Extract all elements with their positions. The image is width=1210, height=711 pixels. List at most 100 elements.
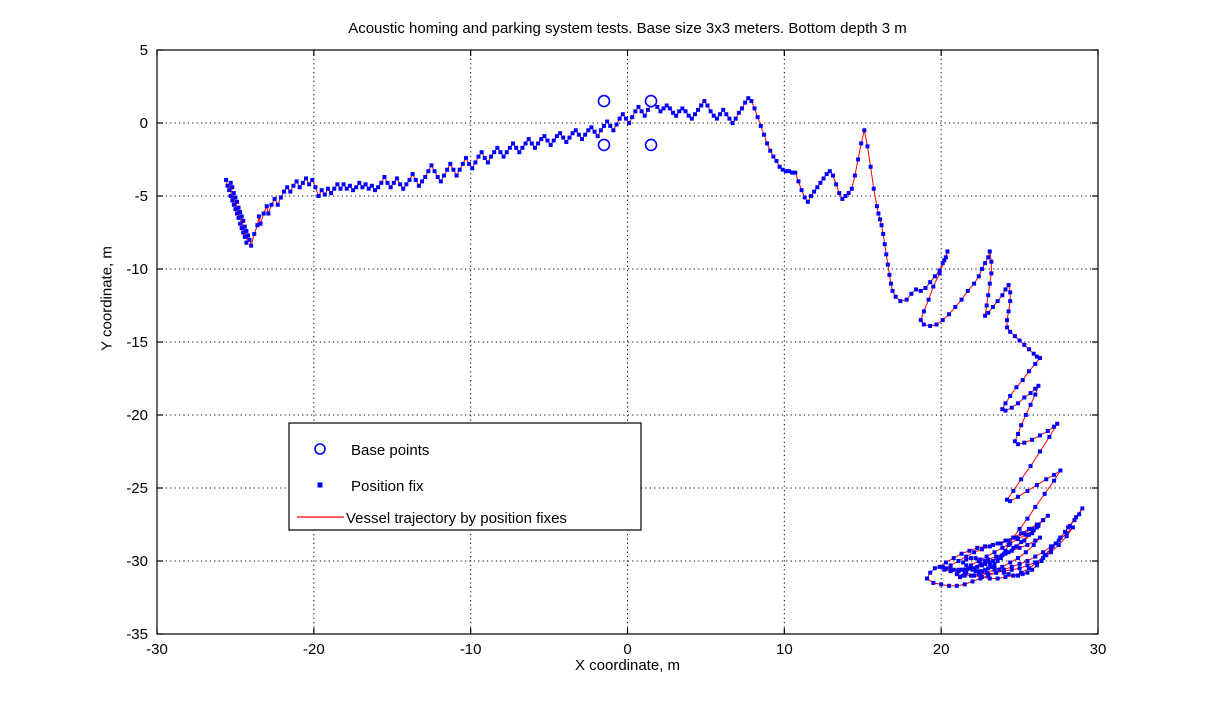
position-fix-marker <box>294 179 299 184</box>
position-fix-marker <box>1008 299 1013 304</box>
position-fix-marker <box>730 121 735 125</box>
position-fix-marker <box>1006 283 1011 288</box>
position-fix-marker <box>1011 488 1016 493</box>
position-fix-marker <box>761 132 766 137</box>
position-fix-marker <box>1031 542 1036 547</box>
position-fix-marker <box>1033 554 1038 559</box>
position-fix-marker <box>479 150 484 155</box>
position-fix-marker <box>856 157 861 162</box>
position-fix-marker <box>964 554 969 559</box>
position-fix-marker <box>1023 550 1028 555</box>
position-fix-marker <box>385 180 390 185</box>
position-fix-marker <box>976 572 981 577</box>
position-fix-marker <box>702 99 707 104</box>
position-fix-marker <box>805 199 810 204</box>
position-fix-marker <box>1033 392 1038 397</box>
position-fix-marker <box>699 103 704 108</box>
base-point-marker <box>597 138 611 152</box>
position-fix-marker <box>931 580 936 585</box>
position-fix-marker <box>551 138 556 143</box>
position-fix-marker <box>989 259 994 264</box>
position-fix-marker <box>332 186 337 191</box>
position-fix-marker <box>1008 290 1013 295</box>
y-tick-label: -15 <box>126 334 148 351</box>
position-fix-marker <box>460 161 465 166</box>
position-fix-marker <box>1030 437 1035 442</box>
grid-lines <box>157 50 1098 634</box>
position-fix-marker <box>689 116 694 121</box>
y-tick-label: -25 <box>126 480 148 497</box>
y-tick-label: -20 <box>126 407 148 424</box>
position-fix-marker <box>931 284 936 289</box>
position-fix-marker <box>959 551 964 556</box>
position-fix-marker <box>953 304 958 309</box>
position-fix-marker <box>926 297 931 302</box>
position-fix-marker <box>984 303 989 308</box>
position-fix-marker <box>245 233 250 238</box>
position-fix-marker <box>942 567 947 572</box>
position-fix-marker <box>576 132 581 137</box>
position-fix-marker <box>501 154 506 159</box>
position-fix-marker <box>940 318 945 323</box>
position-fix-marker <box>1003 538 1008 543</box>
base-point-marker <box>597 94 611 108</box>
position-fix-marker <box>310 177 315 182</box>
position-fix-marker <box>258 221 263 226</box>
position-fix-marker <box>925 576 930 581</box>
position-fix-marker <box>1000 545 1005 550</box>
position-fix-marker <box>529 141 534 146</box>
position-fix-marker <box>755 115 760 120</box>
position-fix-marker <box>965 288 970 293</box>
position-fix-marker <box>517 150 522 155</box>
position-fix-marker <box>989 271 994 276</box>
position-fix-marker <box>601 123 606 128</box>
position-fix-marker <box>498 150 503 155</box>
position-fix-marker <box>278 195 283 200</box>
position-fix-marker <box>865 144 870 149</box>
position-fix-marker <box>733 116 738 121</box>
position-fix-marker <box>1003 408 1008 413</box>
position-fix-marker <box>272 196 277 201</box>
position-fix-marker <box>995 541 1000 546</box>
position-fix-marker <box>995 299 1000 304</box>
position-fix-marker <box>536 141 541 146</box>
position-fix-marker <box>921 309 926 314</box>
position-fix-marker <box>347 183 352 188</box>
position-fix-marker <box>404 182 409 187</box>
position-fix-marker <box>247 237 252 242</box>
position-fix-marker <box>1033 560 1038 565</box>
y-tick-label: -30 <box>126 553 148 570</box>
position-fix-marker <box>316 194 321 198</box>
position-fix-marker <box>975 545 980 550</box>
position-fix-marker <box>438 179 443 184</box>
position-fix-marker <box>523 141 528 146</box>
position-fix-marker <box>987 560 992 565</box>
position-fix-marker <box>451 167 456 172</box>
position-fix-marker <box>485 160 490 165</box>
position-fix-marker <box>1025 488 1030 493</box>
position-fix-marker <box>970 579 975 584</box>
position-fix-marker <box>992 550 997 555</box>
position-fix-marker <box>1025 542 1030 547</box>
position-fix-marker <box>282 189 287 194</box>
position-fix-marker <box>394 176 399 181</box>
position-fix-marker <box>228 180 233 185</box>
position-fix-marker <box>793 170 798 175</box>
position-fix-marker <box>749 99 754 104</box>
position-fix-marker <box>1009 567 1014 572</box>
position-fix-marker <box>951 556 956 561</box>
position-fix-marker <box>705 103 710 108</box>
position-fix-marker <box>1037 535 1042 540</box>
position-fix-marker <box>1041 518 1046 523</box>
position-fix-marker <box>1025 516 1030 521</box>
position-fix-marker <box>1016 556 1021 561</box>
position-fix-marker <box>363 182 368 187</box>
legend-label-1: Base points <box>351 442 429 459</box>
position-fix-marker <box>611 128 616 133</box>
position-fix-marker <box>1000 564 1005 569</box>
position-fix-marker <box>489 154 494 159</box>
position-fix-marker <box>567 135 572 140</box>
position-fix-marker <box>921 322 926 327</box>
position-fix-marker <box>1008 394 1013 399</box>
position-fix-marker <box>1052 472 1057 477</box>
